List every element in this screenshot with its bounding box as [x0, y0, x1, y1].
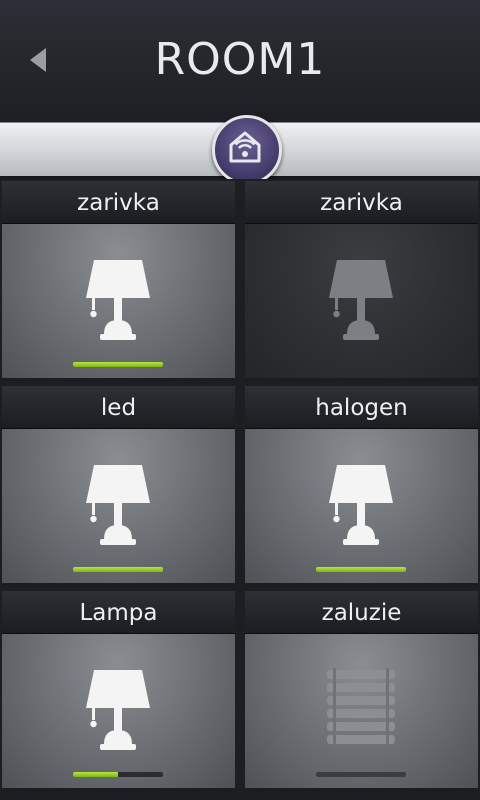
device-tile-lampa[interactable]: Lampa [2, 591, 235, 791]
level-bar [73, 362, 163, 367]
table-lamp-icon [329, 465, 393, 545]
device-tile-zarivka-1[interactable]: zarivka [2, 181, 235, 381]
device-body [245, 224, 478, 378]
device-label: zaluzie [245, 591, 478, 634]
level-bar-fill [73, 772, 118, 777]
device-body [245, 634, 478, 788]
level-bar-fill [73, 567, 163, 572]
device-label: led [2, 386, 235, 429]
device-body [2, 634, 235, 788]
level-bar-fill [73, 362, 163, 367]
device-grid: zarivka zarivka led halogen Lampa zaluzi… [0, 179, 480, 800]
home-button[interactable] [212, 115, 282, 185]
device-body [2, 429, 235, 583]
device-body [245, 429, 478, 583]
level-bar [316, 772, 406, 777]
app-header: ROOM1 [0, 0, 480, 121]
table-lamp-icon [86, 465, 150, 545]
device-tile-zaluzie[interactable]: zaluzie [245, 591, 478, 791]
level-bar-fill [316, 567, 406, 572]
device-label: zarivka [2, 181, 235, 224]
device-tile-zarivka-2[interactable]: zarivka [245, 181, 478, 381]
device-body [2, 224, 235, 378]
table-lamp-icon [329, 260, 393, 340]
table-lamp-icon [86, 260, 150, 340]
page-title: ROOM1 [154, 34, 326, 85]
blinds-icon [327, 668, 395, 746]
device-label: zarivka [245, 181, 478, 224]
table-lamp-icon [86, 670, 150, 750]
home-remote-icon [229, 131, 261, 163]
device-tile-halogen[interactable]: halogen [245, 386, 478, 586]
level-bar [316, 567, 406, 572]
level-bar [73, 772, 163, 777]
device-tile-led[interactable]: led [2, 386, 235, 586]
level-bar [73, 567, 163, 572]
device-label: Lampa [2, 591, 235, 634]
device-label: halogen [245, 386, 478, 429]
